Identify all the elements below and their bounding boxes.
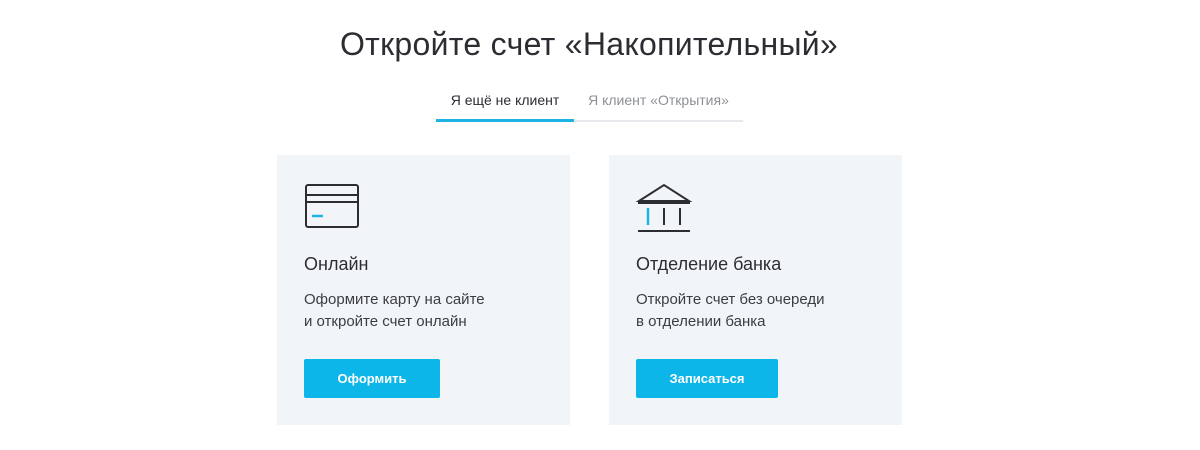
tab-existing-client[interactable]: Я клиент «Открытия» [574, 88, 743, 122]
client-tabs: Я ещё не клиент Я клиент «Открытия» [436, 88, 743, 122]
online-card-description: Оформите карту на сайте и откройте счет … [304, 291, 485, 330]
book-appointment-button[interactable]: Записаться [636, 359, 778, 398]
page-title: Откройте счет «Накопительный» [339, 26, 839, 62]
bank-building-icon [635, 183, 693, 240]
page: Откройте счет «Накопительный» Я ещё не к… [0, 0, 1200, 450]
tab-new-client[interactable]: Я ещё не клиент [436, 88, 574, 122]
credit-card-icon [304, 183, 360, 236]
online-card-title: Онлайн [304, 254, 369, 274]
apply-button[interactable]: Оформить [304, 359, 440, 398]
branch-card-title: Отделение банка [636, 254, 782, 274]
branch-card-description: Откройте счет без очереди в отделении ба… [636, 291, 825, 330]
online-card: Онлайн Оформите карту на сайте и откройт… [277, 155, 570, 425]
branch-card: Отделение банка Откройте счет без очеред… [609, 155, 902, 425]
